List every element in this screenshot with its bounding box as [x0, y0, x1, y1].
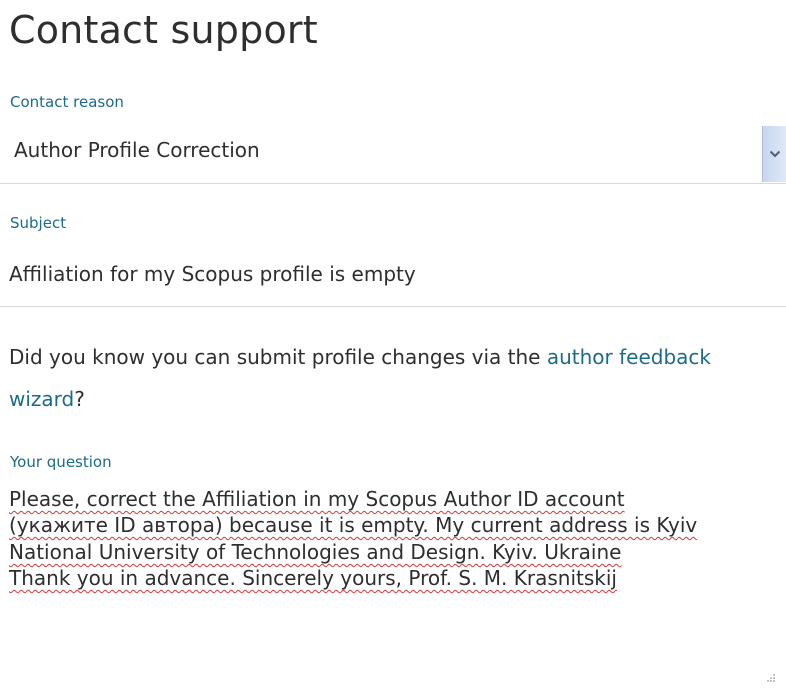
- contact-reason-value: Author Profile Correction: [14, 138, 260, 162]
- subject-label: Subject: [10, 214, 67, 232]
- question-line-1: Please, correct the Affiliation in my Sc…: [9, 487, 625, 511]
- subject-value: Affiliation for my Scopus profile is emp…: [9, 262, 416, 286]
- profile-changes-hint: Did you know you can submit profile chan…: [9, 336, 769, 420]
- subject-input[interactable]: Affiliation for my Scopus profile is emp…: [0, 244, 786, 307]
- question-line-4: Thank you in advance. Sincerely yours, P…: [9, 566, 617, 590]
- contact-reason-select[interactable]: Author Profile Correction: [0, 122, 786, 184]
- your-question-textarea[interactable]: Please, correct the Affiliation in my Sc…: [0, 482, 786, 693]
- question-line-2: (укажите ID автора) because it is empty.…: [9, 513, 698, 537]
- your-question-label: Your question: [10, 453, 112, 471]
- question-line-3: National University of Technologies and …: [9, 540, 622, 564]
- hint-text: Did you know you can submit profile chan…: [9, 345, 547, 369]
- contact-reason-label: Contact reason: [10, 93, 124, 111]
- dropdown-arrow-button[interactable]: [762, 126, 786, 182]
- page-title: Contact support: [9, 8, 318, 52]
- resize-grip-icon[interactable]: [766, 673, 776, 683]
- hint-text-end: ?: [74, 387, 85, 411]
- chevron-down-icon: [769, 150, 780, 158]
